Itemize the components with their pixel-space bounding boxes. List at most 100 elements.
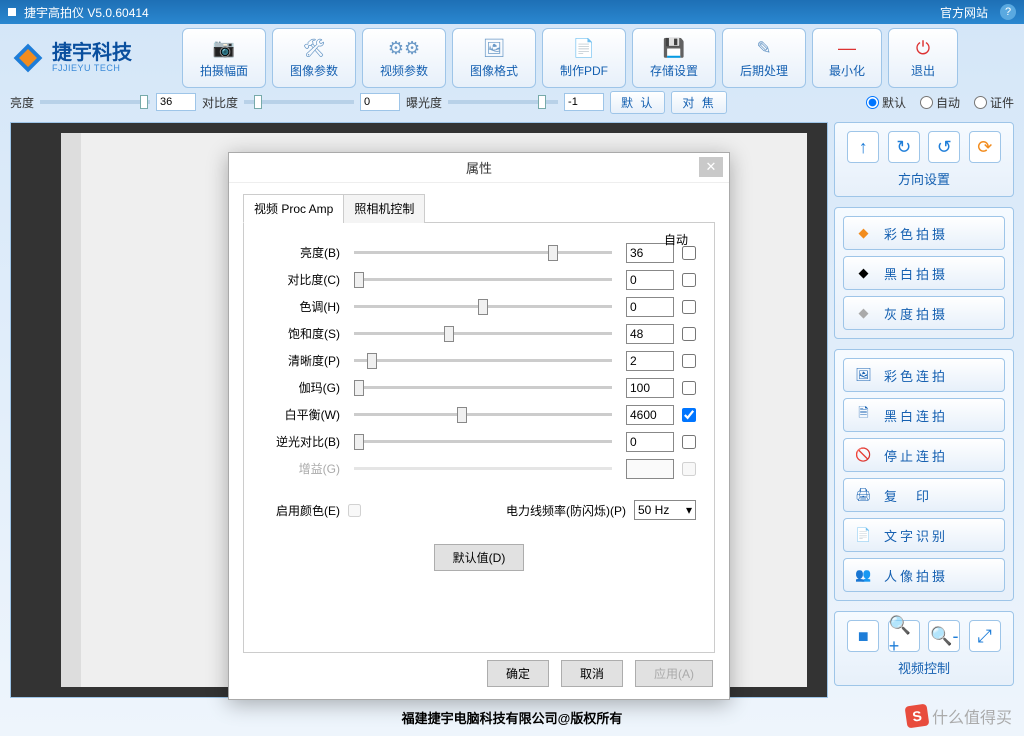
- tools-icon: 🛠: [300, 38, 328, 60]
- exposure-value[interactable]: [564, 93, 604, 111]
- fit-icon[interactable]: ⤢: [969, 620, 1001, 652]
- help-icon[interactable]: ?: [1000, 4, 1016, 20]
- tab-camera-control[interactable]: 照相机控制: [343, 194, 425, 223]
- video-control-title: 视频控制: [843, 658, 1005, 677]
- image-icon: 🖼: [480, 38, 508, 60]
- ok-button[interactable]: 确定: [487, 660, 549, 687]
- rotate-cw-icon[interactable]: ↻: [888, 131, 920, 163]
- official-site-link[interactable]: 官方网站: [940, 4, 988, 21]
- prop-whitebalance-label: 白平衡(W): [262, 406, 340, 423]
- prop-sharpness-value[interactable]: [626, 351, 674, 371]
- prop-whitebalance-slider[interactable]: [354, 413, 612, 416]
- close-icon[interactable]: ✕: [699, 157, 723, 177]
- prop-saturation-label: 饱和度(S): [262, 325, 340, 342]
- prop-gamma-slider[interactable]: [354, 386, 612, 389]
- prop-whitebalance-auto[interactable]: [682, 408, 696, 422]
- main-toolbar: 捷宇科技 FJJIEYU TECH 📷拍摄幅面 🛠图像参数 ⚙⚙视频参数 🖼图像…: [0, 24, 1024, 88]
- color-shot-button[interactable]: ◆彩色拍摄: [843, 216, 1005, 250]
- prop-whitebalance-value[interactable]: [626, 405, 674, 425]
- exposure-slider[interactable]: [448, 100, 558, 104]
- image-format-button[interactable]: 🖼图像格式: [452, 28, 536, 88]
- copy-button[interactable]: 🖨复 印: [843, 478, 1005, 512]
- brand-logo-icon: [10, 40, 46, 76]
- color-burst-button[interactable]: 🖼彩色连拍: [843, 358, 1005, 392]
- prop-contrast-auto[interactable]: [682, 273, 696, 287]
- contrast-value[interactable]: [360, 93, 400, 111]
- auto-column-header: 自动: [664, 231, 688, 248]
- exit-button[interactable]: ⏻退出: [888, 28, 958, 88]
- prop-contrast-value[interactable]: [626, 270, 674, 290]
- post-process-button[interactable]: ✎后期处理: [722, 28, 806, 88]
- prop-hue-auto[interactable]: [682, 300, 696, 314]
- capture-area-button[interactable]: 📷拍摄幅面: [182, 28, 266, 88]
- enable-color-label: 启用颜色(E): [262, 502, 340, 519]
- prop-backlight-label: 逆光对比(B): [262, 433, 340, 450]
- contrast-label: 对比度: [202, 94, 238, 111]
- zoom-out-icon[interactable]: 🔍-: [928, 620, 960, 652]
- prop-contrast-slider[interactable]: [354, 278, 612, 281]
- make-pdf-button[interactable]: 📄制作PDF: [542, 28, 626, 88]
- video-control-panel: ■︎ 🔍+ 🔍- ⤢ 视频控制: [834, 611, 1014, 686]
- footer-copyright: 福建捷宇电脑科技有限公司@版权所有: [0, 704, 1024, 730]
- refresh-icon[interactable]: ⟳: [969, 131, 1001, 163]
- up-arrow-icon[interactable]: ↑: [847, 131, 879, 163]
- radio-auto[interactable]: 自动: [920, 94, 960, 111]
- prop-backlight-auto[interactable]: [682, 435, 696, 449]
- ocr-button[interactable]: 📄文字识别: [843, 518, 1005, 552]
- tab-video-proc-amp[interactable]: 视频 Proc Amp: [243, 194, 344, 223]
- brightness-value[interactable]: [156, 93, 196, 111]
- prop-saturation-value[interactable]: [626, 324, 674, 344]
- prop-gamma-auto[interactable]: [682, 381, 696, 395]
- contrast-slider[interactable]: [244, 100, 354, 104]
- bw-burst-button[interactable]: 🗎黑白连拍: [843, 398, 1005, 432]
- freq-select[interactable]: 50 Hz▾: [634, 500, 696, 520]
- prop-backlight-value[interactable]: [626, 432, 674, 452]
- image-params-button[interactable]: 🛠图像参数: [272, 28, 356, 88]
- printer-icon: 🖨: [856, 486, 874, 504]
- prop-hue-value[interactable]: [626, 297, 674, 317]
- zoom-in-icon[interactable]: 🔍+: [888, 620, 920, 652]
- freq-label: 电力线频率(防闪烁)(P): [506, 502, 626, 519]
- watermark-badge-icon: S: [905, 704, 930, 729]
- prop-hue-slider[interactable]: [354, 305, 612, 308]
- portrait-button[interactable]: 👥人像拍摄: [843, 558, 1005, 592]
- prop-backlight-slider[interactable]: [354, 440, 612, 443]
- minimize-icon: —: [833, 38, 861, 60]
- focus-button[interactable]: 对 焦: [671, 91, 726, 114]
- app-title: 捷宇高拍仪 V5.0.60414: [24, 4, 149, 21]
- title-bar: 捷宇高拍仪 V5.0.60414 官方网站 ?: [0, 0, 1024, 24]
- prop-sharpness-auto[interactable]: [682, 354, 696, 368]
- apply-button[interactable]: 应用(A): [635, 660, 713, 687]
- radio-default[interactable]: 默认: [866, 94, 906, 111]
- prop-gamma-value[interactable]: [626, 378, 674, 398]
- dialog-tabs: 视频 Proc Amp 照相机控制: [243, 193, 715, 223]
- prop-sharpness-slider[interactable]: [354, 359, 612, 362]
- gray-shot-button[interactable]: ◆灰度拍摄: [843, 296, 1005, 330]
- minimize-button[interactable]: —最小化: [812, 28, 882, 88]
- cancel-button[interactable]: 取消: [561, 660, 623, 687]
- stop-burst-button[interactable]: 🚫停止连拍: [843, 438, 1005, 472]
- color-diamond-icon: ◆: [856, 224, 874, 242]
- default-button[interactable]: 默 认: [610, 91, 665, 114]
- color-burst-icon: 🖼: [856, 366, 874, 384]
- power-icon: ⏻: [909, 38, 937, 60]
- radio-cert[interactable]: 证件: [974, 94, 1014, 111]
- person-icon: 👥: [856, 566, 874, 584]
- brightness-slider[interactable]: [40, 100, 150, 104]
- brightness-label: 亮度: [10, 94, 34, 111]
- prop-saturation-slider[interactable]: [354, 332, 612, 335]
- video-params-button[interactable]: ⚙⚙视频参数: [362, 28, 446, 88]
- storage-icon: 💾: [660, 38, 688, 60]
- video-icon[interactable]: ■︎: [847, 620, 879, 652]
- prop-sharpness-label: 清晰度(P): [262, 352, 340, 369]
- prop-brightness-slider[interactable]: [354, 251, 612, 254]
- watermark: S 什么值得买: [906, 704, 1012, 728]
- prop-saturation-auto[interactable]: [682, 327, 696, 341]
- bw-shot-button[interactable]: ◆黑白拍摄: [843, 256, 1005, 290]
- storage-button[interactable]: 💾存储设置: [632, 28, 716, 88]
- rotate-ccw-icon[interactable]: ↺: [928, 131, 960, 163]
- dialog-title-bar: 属性 ✕: [229, 153, 729, 183]
- wand-icon: ✎: [750, 38, 778, 60]
- defaults-button[interactable]: 默认值(D): [434, 544, 525, 571]
- prop-brightness-label: 亮度(B): [262, 244, 340, 261]
